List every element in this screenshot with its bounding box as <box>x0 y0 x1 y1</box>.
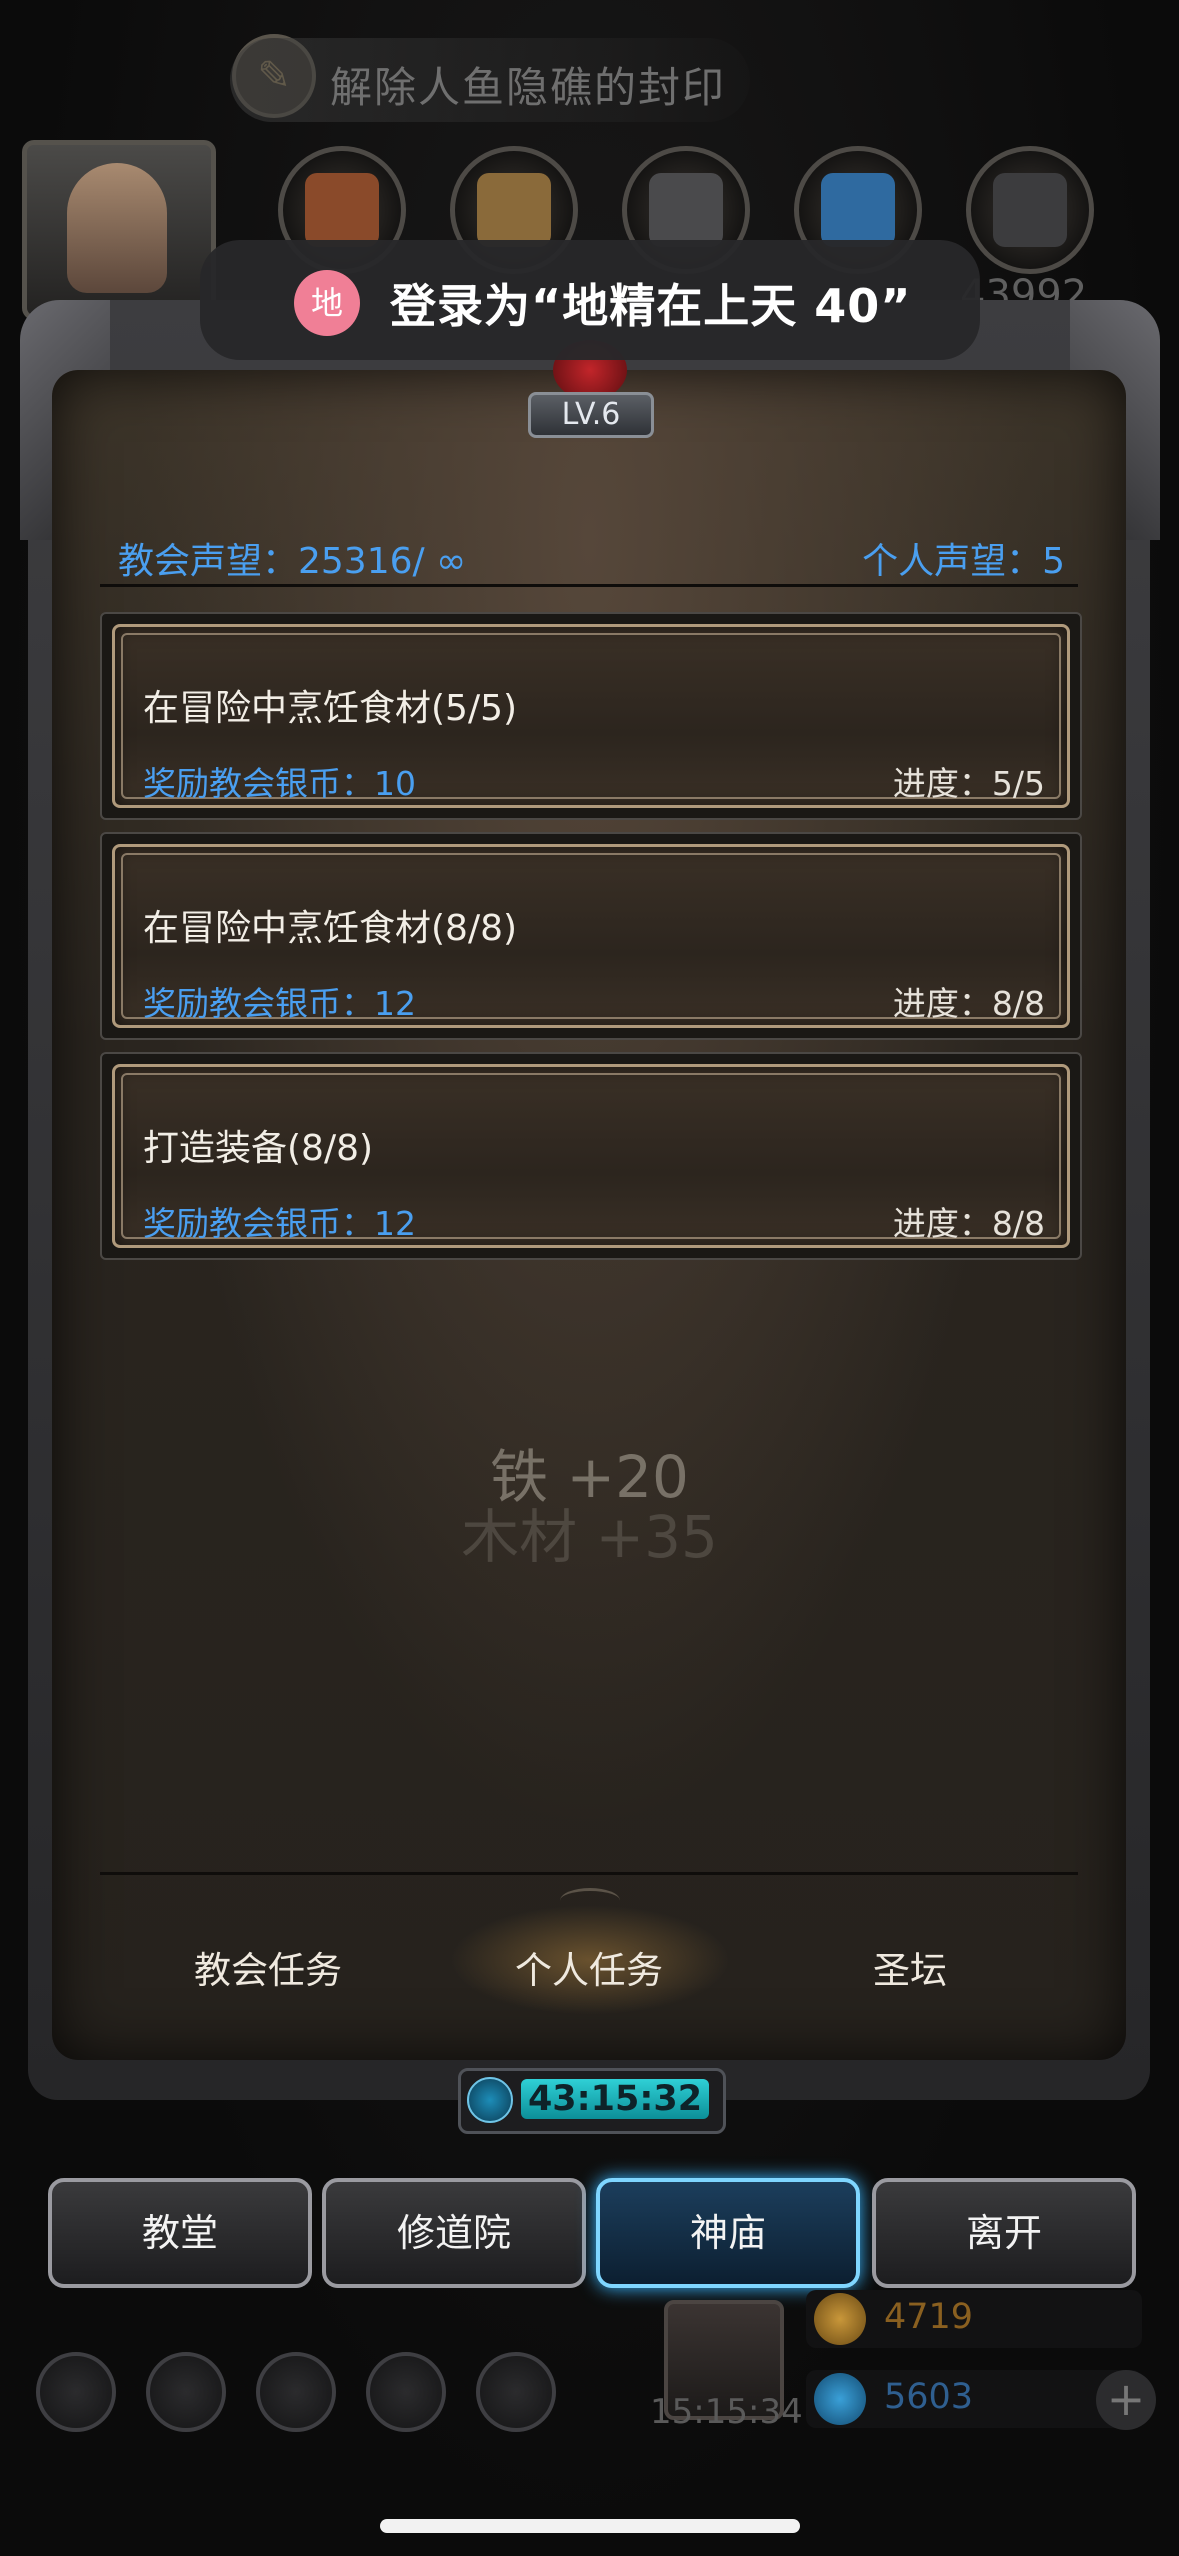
home-indicator[interactable] <box>380 2519 800 2533</box>
toast-avatar: 地 <box>294 270 360 336</box>
task-title: 在冒险中烹饪食材(8/8) <box>143 908 518 949</box>
temple-button[interactable]: 神庙 <box>596 2178 860 2288</box>
task-title: 在冒险中烹饪食材(5/5) <box>143 688 518 729</box>
divider <box>100 584 1078 587</box>
gem-amount: 5603 <box>884 2377 974 2417</box>
countdown-timer: 43:15:32 <box>458 2068 726 2134</box>
timer-text: 43:15:32 <box>527 2079 703 2119</box>
task-progress: 进度：5/5 <box>892 764 1045 803</box>
tab-church-tasks[interactable]: 教会任务 <box>138 1940 398 1994</box>
gold-amount: 4719 <box>884 2297 974 2337</box>
task-progress: 进度：8/8 <box>892 984 1045 1023</box>
task-card[interactable]: 在冒险中烹饪食材(8/8) 奖励教会银币：12 进度：8/8 <box>100 832 1082 1040</box>
settings-icon[interactable] <box>36 2352 116 2432</box>
task-card[interactable]: 在冒险中烹饪食材(5/5) 奖励教会银币：10 进度：5/5 <box>100 612 1082 820</box>
achievement-icon[interactable] <box>146 2352 226 2432</box>
castle-icon[interactable] <box>256 2352 336 2432</box>
task-card[interactable]: 打造装备(8/8) 奖励教会银币：12 进度：8/8 <box>100 1052 1082 1260</box>
mail-icon[interactable] <box>366 2352 446 2432</box>
leave-button[interactable]: 离开 <box>872 2178 1136 2288</box>
floating-reward-wood: 木材 +35 <box>461 1503 718 1571</box>
toast-message: 登录为“地精在上天 40” <box>390 279 912 333</box>
personal-reputation: 个人声望：5 <box>862 541 1065 582</box>
church-button[interactable]: 教堂 <box>48 2178 312 2288</box>
tab-altar[interactable]: 圣坛 <box>780 1940 1040 1994</box>
gem-icon <box>814 2373 866 2425</box>
clock-icon <box>467 2077 513 2123</box>
quest-banner[interactable]: 解除人鱼隐礁的封印 <box>230 38 750 122</box>
gift-timer: 15:15:34 <box>650 2392 803 2432</box>
task-reward: 奖励教会银币：12 <box>143 1204 416 1243</box>
task-reward: 奖励教会银币：12 <box>143 984 416 1023</box>
church-reputation: 教会声望：25316/ ∞ <box>118 541 467 582</box>
tab-personal-tasks[interactable]: 个人任务 <box>459 1940 719 1994</box>
gold-coin-icon <box>814 2293 866 2345</box>
player-portrait[interactable] <box>22 140 216 320</box>
task-title: 打造装备(8/8) <box>143 1128 374 1169</box>
add-currency-button[interactable]: + <box>1096 2370 1156 2430</box>
monastery-button[interactable]: 修道院 <box>322 2178 586 2288</box>
task-progress: 进度：8/8 <box>892 1204 1045 1243</box>
login-toast: 地 登录为“地精在上天 40” <box>200 240 980 360</box>
quest-banner-text: 解除人鱼隐礁的封印 <box>330 63 727 112</box>
level-badge: LV.6 <box>528 392 654 438</box>
handshake-icon[interactable] <box>476 2352 556 2432</box>
task-reward: 奖励教会银币：10 <box>143 764 416 803</box>
iron-resource-icon[interactable] <box>966 146 1094 274</box>
avatar <box>67 163 167 293</box>
tab-divider <box>100 1872 1078 1875</box>
